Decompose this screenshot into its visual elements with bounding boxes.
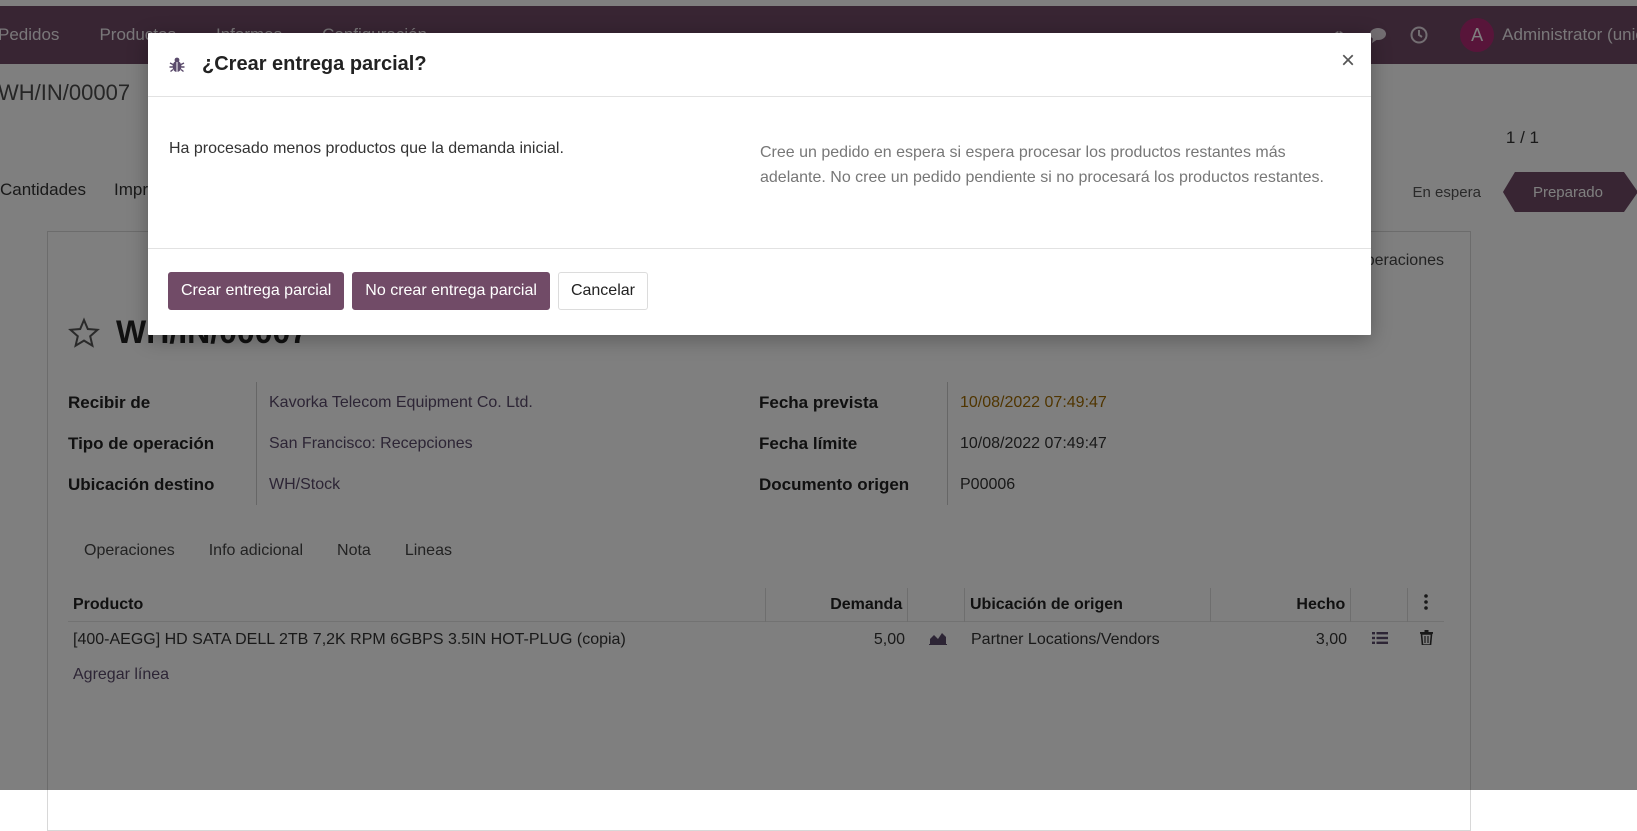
- cancel-button[interactable]: Cancelar: [557, 272, 648, 310]
- no-backorder-button[interactable]: No crear entrega parcial: [352, 272, 550, 310]
- inventory-receipt-page: Pedidos Productos Informes Configuración…: [0, 0, 1637, 831]
- modal-help-text: Cree un pedido en espera si espera proce…: [760, 144, 1324, 186]
- create-backorder-button[interactable]: Crear entrega parcial: [168, 272, 345, 310]
- modal-header: ¿Crear entrega parcial? ×: [148, 33, 1371, 97]
- modal-footer: Crear entrega parcial No crear entrega p…: [148, 249, 1371, 333]
- modal-title: ¿Crear entrega parcial?: [202, 53, 427, 75]
- modal-message: Ha procesado menos productos que la dema…: [169, 140, 564, 157]
- bug-icon: [169, 57, 185, 72]
- modal-body: Ha procesado menos productos que la dema…: [148, 97, 1371, 249]
- close-icon[interactable]: ×: [1341, 47, 1355, 75]
- backorder-dialog: ¿Crear entrega parcial? × Ha procesado m…: [148, 33, 1371, 335]
